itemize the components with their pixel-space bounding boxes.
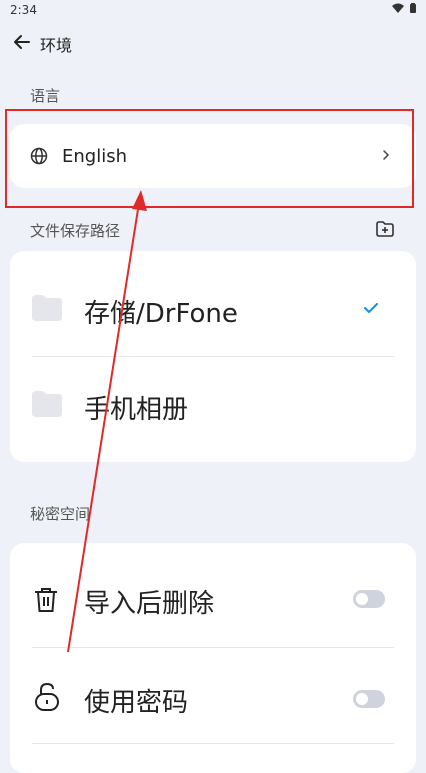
status-bar: 2:34 bbox=[0, 0, 426, 20]
use-password-label: 使用密码 bbox=[84, 688, 189, 718]
divider bbox=[32, 743, 394, 744]
storage-option-label: 存储/DrFone bbox=[84, 299, 238, 329]
storage-section-label: 文件保存路径 bbox=[30, 222, 121, 240]
page-title: 环境 bbox=[40, 36, 73, 55]
use-password-toggle[interactable] bbox=[353, 690, 385, 708]
storage-card: 存储/DrFone 手机相册 bbox=[10, 251, 416, 462]
delete-after-import-row: 导入后删除 bbox=[10, 543, 416, 647]
unlock-icon bbox=[35, 682, 59, 711]
arrow-left-icon bbox=[14, 35, 30, 49]
highlight-box-annotation bbox=[5, 109, 414, 208]
wifi-icon bbox=[392, 3, 404, 13]
folder-icon bbox=[32, 391, 62, 417]
trash-icon bbox=[35, 588, 57, 612]
storage-option-label: 手机相册 bbox=[84, 395, 189, 425]
status-time: 2:34 bbox=[10, 3, 37, 17]
storage-option-drfone[interactable]: 存储/DrFone bbox=[10, 251, 416, 356]
delete-after-import-label: 导入后删除 bbox=[84, 589, 215, 619]
status-icons bbox=[392, 3, 416, 13]
check-icon bbox=[364, 303, 378, 313]
back-button[interactable] bbox=[10, 30, 34, 54]
private-space-section-label: 秘密空间 bbox=[30, 505, 91, 523]
folder-add-icon[interactable] bbox=[375, 220, 395, 238]
language-section-label: 语言 bbox=[30, 87, 61, 105]
use-password-row: 使用密码 bbox=[10, 648, 416, 743]
battery-icon bbox=[410, 3, 416, 13]
storage-option-album[interactable]: 手机相册 bbox=[10, 357, 416, 462]
private-space-card: 导入后删除 使用密码 bbox=[10, 543, 416, 773]
top-app-bar: 环境 bbox=[0, 24, 426, 60]
folder-icon bbox=[32, 295, 62, 321]
delete-after-import-toggle[interactable] bbox=[353, 590, 385, 608]
